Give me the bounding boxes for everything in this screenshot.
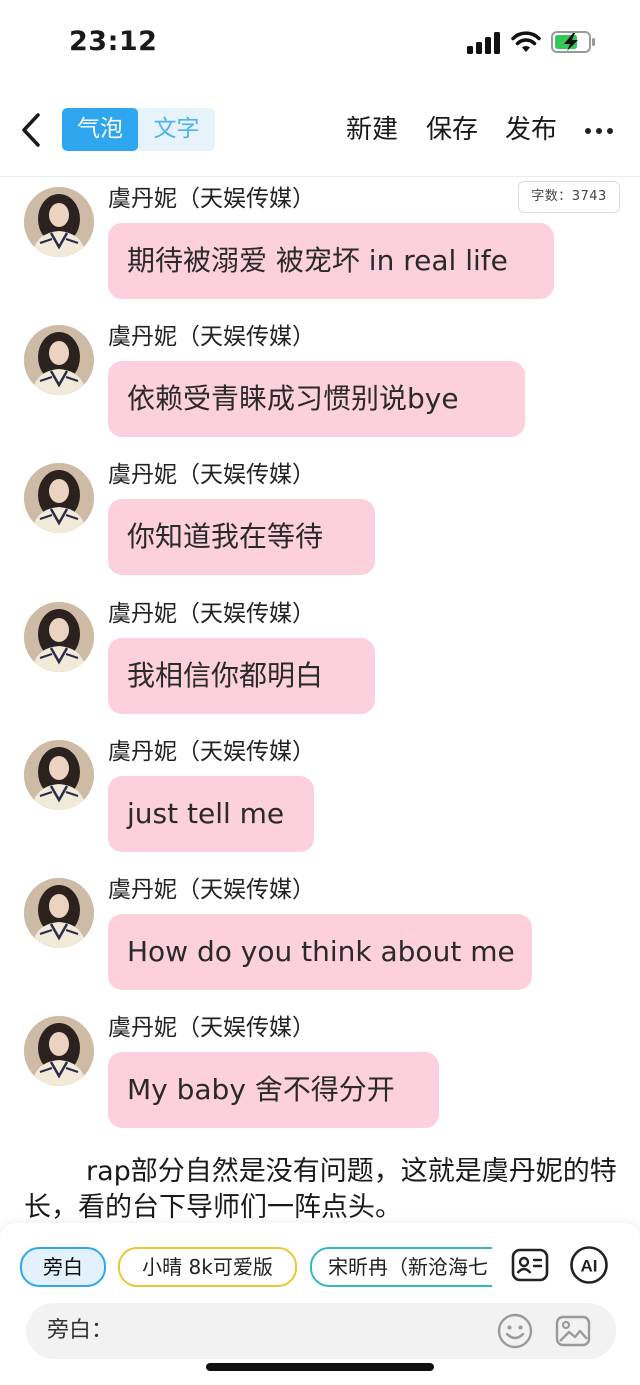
- message-bubble[interactable]: How do you think about me: [108, 914, 532, 990]
- tab-bubble[interactable]: 气泡: [62, 108, 138, 151]
- sender-avatar[interactable]: [24, 602, 94, 672]
- message-bubble[interactable]: 期待被溺爱 被宠坏 in real life: [108, 223, 554, 299]
- message-item[interactable]: 虞丹妮（天娱传媒） 依赖受青睐成习惯别说bye: [0, 319, 640, 449]
- input-role-label: 旁白：: [47, 1318, 114, 1343]
- sender-name: 虞丹妮（天娱传媒）: [108, 462, 315, 488]
- sender-name: 虞丹妮（天娱传媒）: [108, 1015, 315, 1041]
- status-bar: 23:12: [0, 0, 640, 84]
- role-chip-songxinran[interactable]: 宋昕冉（新沧海七: [310, 1247, 492, 1287]
- message-item[interactable]: 虞丹妮（天娱传媒） 我相信你都明白: [0, 596, 640, 726]
- contact-card-icon[interactable]: [510, 1245, 550, 1285]
- new-button[interactable]: 新建: [346, 110, 398, 150]
- wifi-icon: [511, 31, 541, 52]
- sender-avatar[interactable]: [24, 463, 94, 533]
- ai-assistant-icon[interactable]: AI: [569, 1245, 609, 1285]
- mode-segmented-control: 气泡 文字: [62, 108, 215, 151]
- sender-name: 虞丹妮（天娱传媒）: [108, 186, 315, 212]
- role-chip-narrator[interactable]: 旁白: [20, 1247, 106, 1287]
- home-indicator: [206, 1363, 434, 1371]
- message-item[interactable]: 虞丹妮（天娱传媒） just tell me: [0, 734, 640, 864]
- message-bubble[interactable]: My baby 舍不得分开: [108, 1052, 439, 1128]
- tab-text[interactable]: 文字: [138, 108, 215, 151]
- message-item[interactable]: 虞丹妮（天娱传媒） How do you think about me: [0, 872, 640, 1002]
- message-bubble[interactable]: 你知道我在等待: [108, 499, 375, 575]
- message-bubble[interactable]: 依赖受青睐成习惯别说bye: [108, 361, 525, 437]
- back-chevron-icon[interactable]: [18, 112, 48, 148]
- message-item[interactable]: 虞丹妮（天娱传媒） 期待被溺爱 被宠坏 in real life: [0, 181, 640, 311]
- sender-name: 虞丹妮（天娱传媒）: [108, 877, 315, 903]
- cellular-signal-icon: [467, 32, 501, 54]
- more-ellipsis-icon[interactable]: [585, 128, 613, 136]
- narration-input[interactable]: 旁白：: [26, 1303, 616, 1359]
- emoji-icon[interactable]: [496, 1312, 534, 1350]
- sender-avatar[interactable]: [24, 1016, 94, 1086]
- message-bubble[interactable]: just tell me: [108, 776, 314, 852]
- composer-panel: 旁白 小晴 8k可爱版 宋昕冉（新沧海七 AI 旁白：: [0, 1223, 640, 1385]
- message-bubble[interactable]: 我相信你都明白: [108, 638, 375, 714]
- message-item[interactable]: 虞丹妮（天娱传媒） 你知道我在等待: [0, 457, 640, 587]
- battery-charging-icon: [551, 31, 595, 53]
- ai-label: AI: [581, 1257, 598, 1276]
- publish-button[interactable]: 发布: [505, 110, 557, 150]
- message-item[interactable]: 虞丹妮（天娱传媒） My baby 舍不得分开: [0, 1010, 640, 1140]
- role-chip-xiaoqing[interactable]: 小晴 8k可爱版: [118, 1247, 297, 1287]
- narration-text: rap部分自然是没有问题，这就是虞丹妮的特长，看的台下导师们一阵点头。: [24, 1156, 617, 1223]
- image-icon[interactable]: [554, 1312, 592, 1350]
- sender-name: 虞丹妮（天娱传媒）: [108, 324, 315, 350]
- sender-avatar[interactable]: [24, 740, 94, 810]
- sender-avatar[interactable]: [24, 325, 94, 395]
- status-time: 23:12: [69, 26, 158, 57]
- top-nav-bar: 气泡 文字 新建 保存 发布: [0, 84, 640, 177]
- sender-avatar[interactable]: [24, 187, 94, 257]
- sender-name: 虞丹妮（天娱传媒）: [108, 601, 315, 627]
- sender-avatar[interactable]: [24, 878, 94, 948]
- save-button[interactable]: 保存: [426, 110, 478, 150]
- sender-name: 虞丹妮（天娱传媒）: [108, 739, 315, 765]
- role-chip-list[interactable]: 旁白 小晴 8k可爱版 宋昕冉（新沧海七: [0, 1247, 492, 1287]
